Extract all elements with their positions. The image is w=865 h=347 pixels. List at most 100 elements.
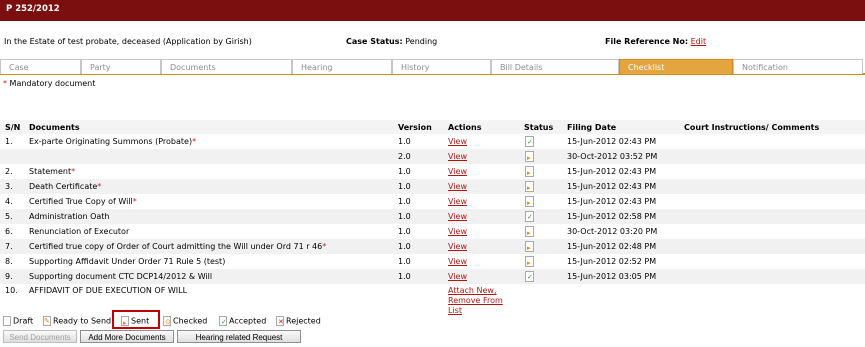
row-document: Administration Oath [29,209,398,224]
case-status-label: Case Status: [346,37,403,46]
view-link[interactable]: View [448,182,467,191]
row-actions: View [448,134,524,149]
sent-icon: ▸ [525,226,534,237]
row-actions: View [448,269,524,284]
row-document-name: Statement [29,167,72,176]
row-filing-date: 15-Jun-2012 02:43 PM [567,197,657,206]
row-version: 1.0 [398,197,411,206]
table-row: 8. Supporting Affidavit Under Order 71 Ru… [0,254,865,269]
view-link[interactable]: View [448,167,467,176]
row-actions: View [448,164,524,179]
view-link[interactable]: View [448,227,467,236]
row-version: 1.0 [398,179,448,194]
legend-label: Sent [131,316,150,326]
mandatory-star: * [322,242,327,251]
row-actions: View [448,209,524,224]
draft-icon [3,316,11,326]
table-row: 1. Ex-parte Originating Summons (Probate)… [0,134,865,149]
legend-ready-to-send: ✎ Ready to Send [42,316,111,326]
mandatory-star: * [71,167,76,176]
hearing-request-button[interactable]: Hearing related Request [177,330,301,343]
row-document: Ex-parte Originating Summons (Probate)* [29,134,398,149]
row-comment [684,239,865,254]
row-sn: 6. [5,227,13,236]
row-version [398,284,448,316]
row-version: 1.0 [398,257,411,266]
row-status: ✓ [524,269,567,284]
legend-label: Ready to Send [53,316,112,326]
row-document-name: Supporting document CTC DCP14/2012 & Wil… [29,272,213,281]
tab-bar: Case Party Documents Hearing History Bil… [0,59,865,75]
row-status: ▸ [524,194,567,209]
row-sn: 9. [0,269,29,284]
tab-hearing[interactable]: Hearing [292,59,392,74]
view-link[interactable]: View [448,242,467,251]
row-comment [684,194,865,209]
tab-history[interactable]: History [392,59,491,74]
legend-accepted: ✓ Accepted [218,316,266,326]
file-reference-edit-link[interactable]: Edit [691,37,707,46]
table-row: 2. Statement* 1.0 View ▸ 15-Jun-2012 02:43 PM [0,164,865,179]
row-sn: 8. [5,257,13,266]
header-documents: Documents [29,120,398,134]
table-row: 2.0 View ▸ 30-Oct-2012 03:52 PM [0,149,865,164]
mandatory-star: * [132,197,137,206]
view-link[interactable]: View [448,212,467,221]
row-comment [684,254,865,269]
row-status [524,284,567,316]
row-version: 1.0 [398,269,448,284]
header-actions: Actions [448,120,524,134]
row-filing-date: 30-Oct-2012 03:52 PM [567,149,684,164]
legend-sent: ▸ Sent [120,316,150,327]
tab-checklist[interactable]: Checklist [619,59,733,74]
view-link[interactable]: View [448,257,467,266]
mandatory-star: * [192,137,197,146]
row-document: Renunciation of Executor [29,224,398,239]
header-version: Version [398,120,448,134]
tab-notification[interactable]: Notification [733,59,863,74]
view-link[interactable]: View [448,197,467,206]
row-status: ▸ [524,164,567,179]
legend-label: Draft [13,316,34,326]
row-sn: 7. [0,239,29,254]
tab-case[interactable]: Case [0,59,81,74]
remove-from-list-link-cont[interactable]: List [448,306,462,315]
row-document-name: Certified true copy of Order of Court ad… [29,242,323,251]
table-header-row: S/N Documents Version Actions Status Fil… [0,120,865,134]
remove-from-list-link[interactable]: Remove From [448,296,503,305]
ready-to-send-icon: ✎ [43,316,51,326]
checked-icon: ⊙ [163,316,171,326]
view-link[interactable]: View [448,152,467,161]
tab-documents[interactable]: Documents [161,59,292,74]
row-filing-date: 15-Jun-2012 02:48 PM [567,239,684,254]
row-actions: View [448,179,524,194]
tab-bill-details[interactable]: Bill Details [491,59,619,74]
row-document-name: Ex-parte Originating Summons (Probate) [29,137,193,146]
row-sn [0,149,29,164]
attach-new-link[interactable]: Attach New, [448,286,497,295]
view-link[interactable]: View [448,137,467,146]
send-documents-button[interactable]: Send Documents [3,330,77,343]
row-comment [684,269,865,284]
legend-draft: Draft [2,316,33,326]
row-sn: 1. [5,137,13,146]
accepted-icon: ✓ [219,316,227,326]
row-document-name: Death Certificate [29,182,98,191]
row-comment [684,284,865,316]
tab-party[interactable]: Party [81,59,161,74]
row-actions: View [448,224,524,239]
row-version: 1.0 [398,137,411,146]
row-document: Supporting document CTC DCP14/2012 & Wil… [29,269,398,284]
sent-icon: ▸ [525,241,534,252]
add-more-documents-button[interactable]: Add More Documents [80,330,174,343]
estate-description: In the Estate of test probate, deceased … [4,37,252,46]
row-sn: 4. [5,197,13,206]
row-sn: 5. [0,209,29,224]
row-document: Death Certificate* [29,179,398,194]
case-status: Case Status: Pending [346,37,437,46]
row-filing-date: 15-Jun-2012 02:52 PM [567,257,657,266]
row-version: 1.0 [398,209,448,224]
accepted-icon: ✓ [525,271,534,282]
legend-rejected: ✕ Rejected [275,316,321,326]
view-link[interactable]: View [448,272,467,281]
